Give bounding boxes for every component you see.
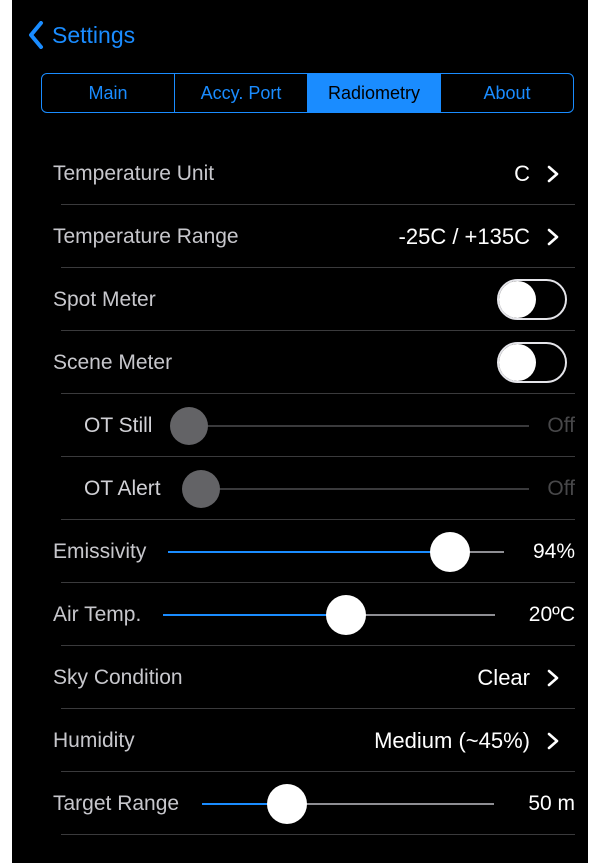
chevron-right-icon	[547, 165, 559, 183]
emissivity-slider[interactable]	[168, 520, 504, 583]
spot-meter-label: Spot Meter	[53, 288, 156, 311]
humidity-label: Humidity	[53, 729, 135, 752]
sky-condition-row[interactable]: Sky Condition Clear	[12, 646, 588, 709]
settings-screen: Settings Main Accy. Port Radiometry Abou…	[12, 0, 588, 863]
air-temp-value: 20ºC	[528, 603, 575, 626]
emissivity-row: Emissivity 94%	[12, 520, 588, 583]
sky-condition-value: Clear	[477, 665, 530, 690]
slider-fill	[168, 551, 451, 553]
ot-still-slider[interactable]	[170, 394, 529, 457]
emissivity-label: Emissivity	[53, 540, 147, 563]
temperature-range-label: Temperature Range	[53, 225, 239, 248]
air-temp-slider[interactable]	[163, 583, 495, 646]
target-range-row: Target Range 50 m	[12, 772, 588, 835]
slider-thumb[interactable]	[170, 407, 208, 445]
scene-meter-toggle[interactable]	[497, 342, 567, 383]
tab-radiometry[interactable]: Radiometry	[308, 74, 441, 112]
slider-fill	[163, 614, 346, 616]
emissivity-value: 94%	[532, 540, 575, 563]
chevron-right-icon	[547, 228, 559, 246]
tab-accy-port[interactable]: Accy. Port	[175, 74, 308, 112]
divider	[61, 834, 575, 835]
chevron-right-icon	[547, 732, 559, 750]
back-button[interactable]: Settings	[28, 18, 135, 52]
slider-thumb[interactable]	[266, 784, 307, 824]
chevron-left-icon	[28, 21, 44, 49]
ot-alert-label: OT Alert	[84, 477, 161, 500]
spot-meter-row: Spot Meter	[12, 268, 588, 331]
ot-still-value: Off	[547, 414, 575, 437]
target-range-label: Target Range	[53, 792, 180, 815]
temperature-unit-row[interactable]: Temperature Unit C	[12, 142, 588, 205]
temperature-unit-label: Temperature Unit	[53, 162, 215, 185]
sky-condition-label: Sky Condition	[53, 666, 183, 689]
back-label: Settings	[52, 21, 136, 48]
tab-main[interactable]: Main	[42, 74, 175, 112]
segmented-control: Main Accy. Port Radiometry About	[41, 73, 574, 113]
scene-meter-label: Scene Meter	[53, 351, 173, 374]
temperature-range-value: -25C / +135C	[398, 224, 530, 249]
target-range-value: 50 m	[528, 792, 575, 815]
chevron-right-icon	[547, 669, 559, 687]
slider-thumb[interactable]	[182, 470, 220, 508]
ot-still-row: OT Still Off	[12, 394, 588, 457]
toggle-knob	[499, 281, 536, 318]
ot-alert-slider[interactable]	[182, 457, 529, 520]
ot-alert-row: OT Alert Off	[12, 457, 588, 520]
tab-about[interactable]: About	[441, 74, 573, 112]
temperature-unit-value: C	[514, 161, 530, 186]
target-range-slider[interactable]	[202, 772, 494, 835]
humidity-value: Medium (~45%)	[374, 728, 530, 753]
toggle-knob	[499, 344, 536, 381]
slider-track	[189, 425, 529, 427]
air-temp-label: Air Temp.	[53, 603, 142, 626]
slider-thumb[interactable]	[430, 532, 471, 572]
slider-track	[201, 488, 529, 490]
air-temp-row: Air Temp. 20ºC	[12, 583, 588, 646]
ot-alert-value: Off	[547, 477, 575, 500]
spot-meter-toggle[interactable]	[497, 279, 567, 320]
slider-thumb[interactable]	[325, 595, 366, 635]
temperature-range-row[interactable]: Temperature Range -25C / +135C	[12, 205, 588, 268]
scene-meter-row: Scene Meter	[12, 331, 588, 394]
ot-still-label: OT Still	[84, 414, 153, 437]
humidity-row[interactable]: Humidity Medium (~45%)	[12, 709, 588, 772]
